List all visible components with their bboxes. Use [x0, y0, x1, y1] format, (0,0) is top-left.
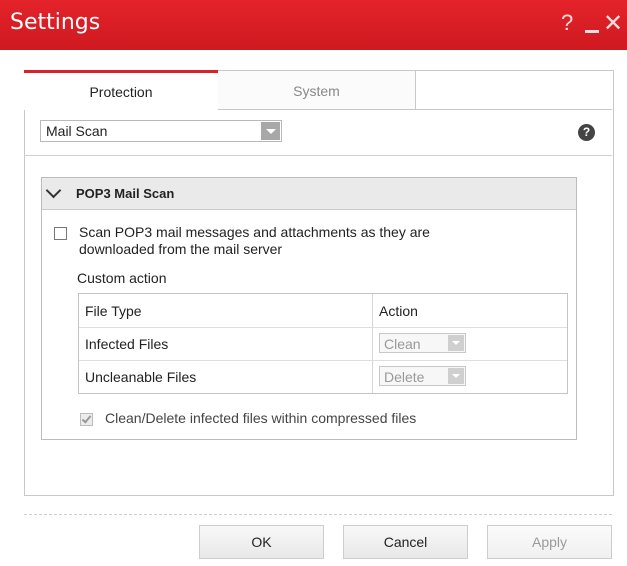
- ok-button[interactable]: OK: [199, 525, 324, 559]
- scan-pop3-checkbox[interactable]: [54, 227, 67, 240]
- help-icon[interactable]: ?: [561, 10, 573, 36]
- chevron-down-icon[interactable]: [261, 122, 280, 140]
- category-dropdown[interactable]: Mail Scan: [40, 120, 282, 142]
- chevron-down-icon[interactable]: [448, 368, 464, 384]
- category-dropdown-value: Mail Scan: [46, 123, 108, 139]
- title-bar: Settings ? ✕: [0, 0, 627, 50]
- group-title: POP3 Mail Scan: [76, 186, 175, 201]
- compressed-files-label: Clean/Delete infected files within compr…: [105, 410, 417, 426]
- tab-system[interactable]: System: [218, 70, 416, 110]
- pop3-mail-scan-group: POP3 Mail Scan Scan POP3 mail messages a…: [41, 177, 577, 440]
- chevron-down-icon[interactable]: [45, 182, 62, 199]
- question-help-icon[interactable]: ?: [578, 124, 595, 141]
- separator: [24, 155, 612, 156]
- column-header-action: Action: [379, 303, 418, 319]
- table-header-row: File Type Action: [79, 294, 567, 328]
- compressed-files-checkbox[interactable]: [80, 413, 93, 426]
- footer-divider: [24, 514, 612, 515]
- file-type-cell: Infected Files: [85, 336, 169, 352]
- chevron-down-icon[interactable]: [448, 335, 464, 351]
- column-header-file-type: File Type: [85, 303, 142, 319]
- apply-button[interactable]: Apply: [487, 525, 612, 559]
- table-row: Uncleanable Files Delete: [79, 360, 567, 393]
- custom-action-label: Custom action: [77, 270, 167, 286]
- file-type-cell: Uncleanable Files: [85, 369, 197, 385]
- scan-pop3-label: Scan POP3 mail messages and attachments …: [79, 224, 430, 257]
- action-select[interactable]: Delete: [379, 366, 466, 386]
- group-header[interactable]: POP3 Mail Scan: [42, 178, 576, 210]
- table-row: Infected Files Clean: [79, 327, 567, 361]
- cancel-button[interactable]: Cancel: [343, 525, 468, 559]
- action-select-value: Clean: [384, 336, 421, 352]
- action-select[interactable]: Clean: [379, 333, 466, 353]
- tab-protection[interactable]: Protection: [24, 70, 218, 110]
- minimize-icon[interactable]: [585, 30, 599, 33]
- window-title: Settings: [10, 10, 101, 35]
- file-action-table: File Type Action Infected Files Clean Un…: [78, 293, 568, 394]
- action-select-value: Delete: [384, 369, 425, 385]
- close-icon[interactable]: ✕: [603, 9, 623, 38]
- tab-divider: [218, 109, 612, 110]
